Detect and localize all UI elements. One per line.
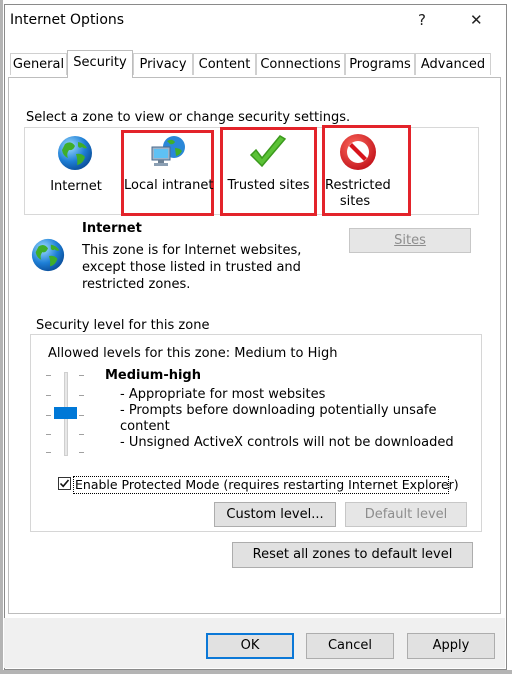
- help-button[interactable]: ?: [418, 11, 426, 29]
- checkmark-icon: [249, 135, 287, 168]
- cancel-button[interactable]: Cancel: [306, 633, 394, 659]
- security-level-name: Medium-high: [105, 368, 201, 383]
- zone-prompt: Select a zone to view or change security…: [26, 110, 351, 125]
- tab-general[interactable]: General: [10, 53, 67, 75]
- slider-tick: [79, 434, 84, 435]
- outer-frame: [0, 0, 3, 674]
- default-level-button[interactable]: Default level: [345, 502, 467, 527]
- tab-advanced[interactable]: Advanced: [415, 53, 491, 75]
- protected-mode-checkbox[interactable]: [58, 477, 71, 490]
- zone-restricted-label-line1: Restricted: [325, 178, 391, 193]
- custom-level-button[interactable]: Custom level...: [214, 502, 336, 527]
- zone-trusted-sites-label: Trusted sites: [227, 178, 310, 193]
- zone-internet[interactable]: Internet: [42, 130, 110, 196]
- restricted-icon: [340, 134, 376, 170]
- security-level-bullet-2-cont: content: [120, 419, 170, 434]
- slider-tick: [79, 395, 84, 396]
- zone-restricted-label-line2: sites: [339, 194, 371, 209]
- intranet-icon: [151, 136, 185, 166]
- ok-button[interactable]: OK: [206, 633, 294, 659]
- checkbox-check-icon: [59, 479, 70, 488]
- sites-button-label: Sites: [394, 233, 426, 248]
- tab-programs[interactable]: Programs: [345, 53, 415, 75]
- zone-local-intranet-label: Local intranet: [124, 178, 214, 193]
- selected-zone-desc-line2: except those listed in trusted and: [82, 260, 301, 275]
- security-level-bullet-1: - Appropriate for most websites: [120, 387, 326, 402]
- security-level-bullet-3: - Unsigned ActiveX controls will not be …: [120, 435, 454, 450]
- slider-tick: [46, 395, 51, 396]
- selected-zone-globe-icon: [31, 238, 65, 272]
- selected-zone-desc-line1: This zone is for Internet websites,: [82, 243, 302, 258]
- slider-tick: [46, 375, 51, 376]
- tab-security[interactable]: Security: [67, 50, 133, 78]
- slider-tick: [46, 434, 51, 435]
- tab-privacy[interactable]: Privacy: [133, 53, 193, 75]
- zone-internet-label: Internet: [50, 179, 102, 194]
- globe-icon: [58, 136, 92, 170]
- selected-zone-desc-line3: restricted zones.: [82, 277, 191, 292]
- zone-restricted-sites[interactable]: Restricted sites: [325, 131, 408, 211]
- reset-all-zones-button[interactable]: Reset all zones to default level: [232, 542, 473, 568]
- slider-tick: [46, 452, 51, 453]
- security-level-bullet-2: - Prompts before downloading potentially…: [120, 403, 437, 418]
- slider-tick: [79, 415, 84, 416]
- apply-button[interactable]: Apply: [407, 633, 495, 659]
- security-level-slider-thumb[interactable]: [54, 407, 77, 419]
- zone-trusted-sites[interactable]: Trusted sites: [223, 133, 314, 203]
- slider-tick: [79, 452, 84, 453]
- outer-frame-bottom: [0, 670, 512, 674]
- slider-tick: [46, 415, 51, 416]
- slider-tick: [79, 375, 84, 376]
- protected-mode-label[interactable]: Enable Protected Mode (requires restarti…: [75, 477, 459, 492]
- zone-local-intranet[interactable]: Local intranet: [124, 133, 214, 203]
- window-title: Internet Options: [10, 12, 125, 28]
- selected-zone-name: Internet: [82, 221, 142, 236]
- security-level-group-label: Security level for this zone: [34, 318, 212, 333]
- allowed-levels-text: Allowed levels for this zone: Medium to …: [48, 346, 338, 361]
- sites-button[interactable]: Sites: [349, 228, 471, 253]
- tab-content[interactable]: Content: [193, 53, 256, 75]
- close-button[interactable]: ✕: [470, 11, 483, 29]
- tab-connections[interactable]: Connections: [256, 53, 345, 75]
